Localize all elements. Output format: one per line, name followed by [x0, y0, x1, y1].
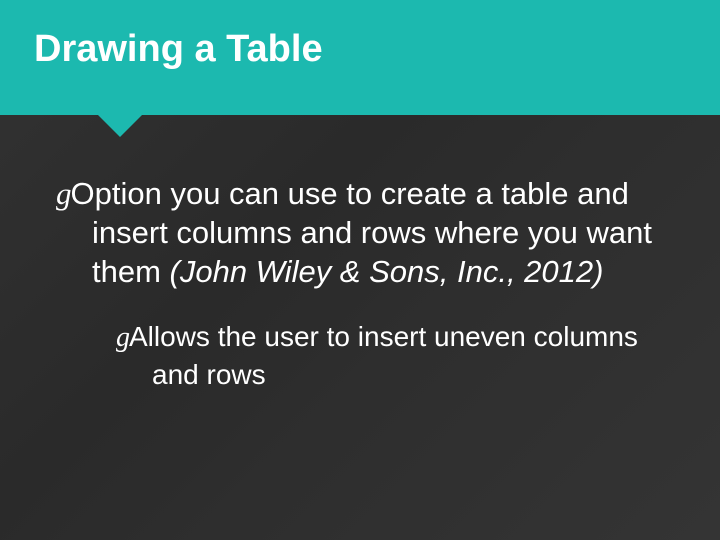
- slide-title: Drawing a Table: [34, 28, 720, 71]
- bullet-main-citation: (John Wiley & Sons, Inc., 2012): [170, 254, 604, 289]
- bullet-sub: gAllows the user to insert uneven column…: [116, 319, 680, 393]
- flourish-icon: g: [116, 322, 127, 353]
- slide-content: gOption you can use to create a table an…: [0, 115, 720, 393]
- bullet-sub-text: Allows the user to insert uneven columns…: [129, 321, 638, 389]
- title-header: Drawing a Table: [0, 0, 720, 115]
- flourish-icon: g: [56, 176, 69, 211]
- bullet-main: gOption you can use to create a table an…: [56, 175, 680, 291]
- header-notch-icon: [98, 115, 142, 137]
